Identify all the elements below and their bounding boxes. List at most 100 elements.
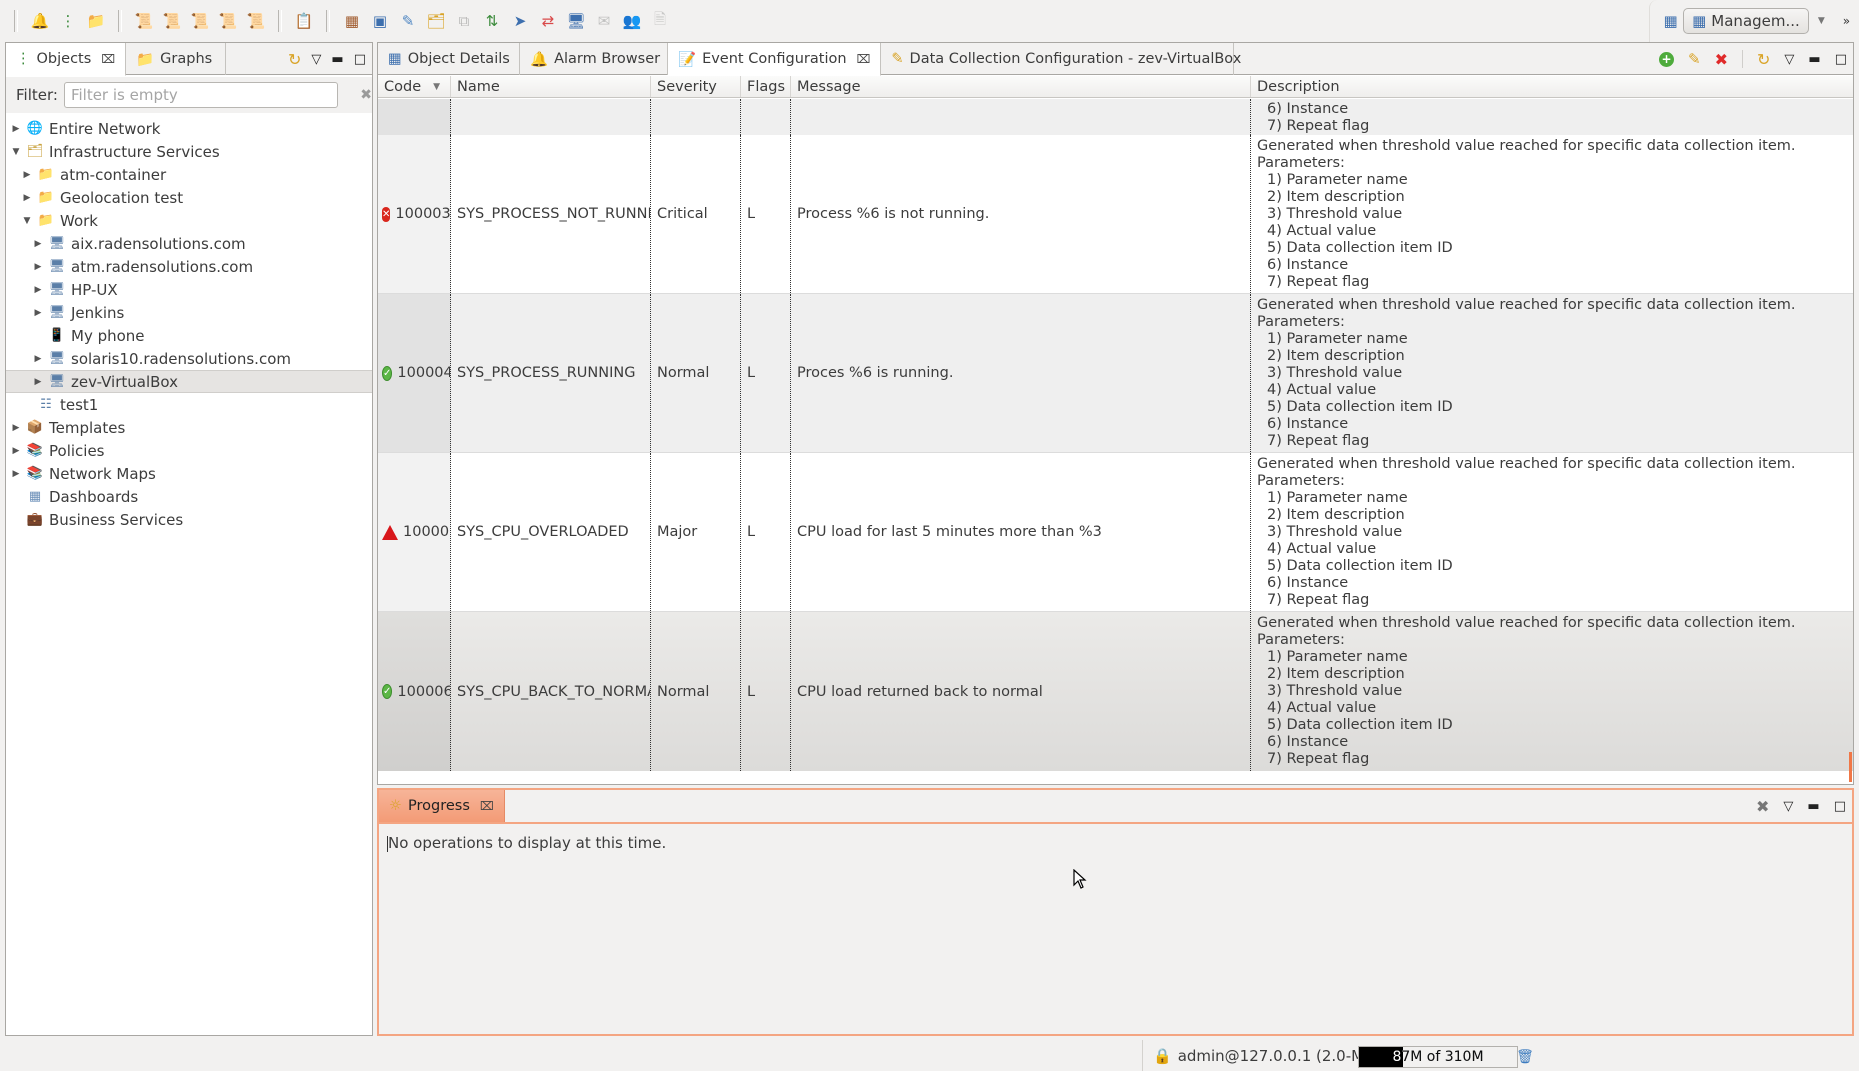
server-config-icon[interactable]: 📋 <box>290 7 318 35</box>
collapsed-triangle-icon[interactable]: ▶ <box>32 239 44 249</box>
garbage-collect-trash-icon[interactable]: 🗑 <box>1514 1046 1536 1068</box>
snmp-trap-warning-icon[interactable]: 📜 <box>214 7 242 35</box>
tree-item[interactable]: ▶ 📁 Geolocation test <box>6 186 372 209</box>
collapsed-triangle-icon[interactable]: ▶ <box>10 423 22 433</box>
close-icon[interactable]: ⌧ <box>857 52 871 66</box>
close-icon[interactable]: ⌧ <box>480 799 494 813</box>
perspective-button-management[interactable]: ▦ Managem... <box>1683 8 1809 34</box>
script-editor-icon[interactable]: ✎ <box>394 7 422 35</box>
tree-item[interactable]: ▶ 🖥 aix.radensolutions.com <box>6 232 372 255</box>
maximize-icon[interactable]: □ <box>1834 799 1846 814</box>
expanded-triangle-icon[interactable]: ▼ <box>10 147 22 157</box>
column-header-description[interactable]: Description <box>1251 76 1853 97</box>
tree-item[interactable]: ▶ 📚 Network Maps <box>6 462 372 485</box>
delete-icon[interactable]: ✖ <box>1715 50 1728 69</box>
user-manager-icon[interactable]: 👥 <box>618 7 646 35</box>
open-perspective-icon[interactable]: ▦ <box>1658 7 1683 35</box>
tab-object-details[interactable]: ▦ Object Details <box>378 43 520 75</box>
table-row-partial[interactable]: 5) Data collection item ID6) Instance7) … <box>378 99 1853 135</box>
tree-item[interactable]: ▶ 🖥 zev-VirtualBox <box>6 370 372 393</box>
tree-item[interactable]: ▶ 📦 Templates <box>6 416 372 439</box>
filter-input[interactable] <box>63 82 339 108</box>
tree-item[interactable]: ▶ 🖥 Jenkins <box>6 301 372 324</box>
column-header-message[interactable]: Message <box>791 76 1251 97</box>
alarm-bell-icon[interactable]: 🔔 <box>26 7 54 35</box>
view-menu-icon[interactable]: ▽ <box>1783 799 1793 814</box>
tree-item[interactable]: ▼ 📁 Work <box>6 209 372 232</box>
tree-item[interactable]: ▶ 📚 Policies <box>6 439 372 462</box>
object-tree-icon[interactable]: ⋮ <box>54 7 82 35</box>
scrollbar-thumb[interactable] <box>1849 752 1852 782</box>
minimize-icon[interactable]: ▬ <box>1807 799 1819 814</box>
edit-icon[interactable]: ✎ <box>1688 50 1701 68</box>
tree-item[interactable]: ▶ 🖥 atm.radensolutions.com <box>6 255 372 278</box>
column-header-flags[interactable]: Flags <box>741 76 791 97</box>
collapsed-triangle-icon[interactable]: ▶ <box>32 377 44 387</box>
more-chevron-icon[interactable]: » <box>1834 7 1859 35</box>
minimize-icon[interactable]: ▬ <box>331 52 343 67</box>
collapsed-triangle-icon[interactable]: ▶ <box>10 446 22 456</box>
table-row[interactable]: ✓ 100006 SYS_CPU_BACK_TO_NORMA Normal L CPU l… <box>378 612 1853 771</box>
collapsed-triangle-icon[interactable]: ▶ <box>32 308 44 318</box>
collapsed-triangle-icon[interactable]: ▶ <box>32 354 44 364</box>
tab-graphs[interactable]: 📁 Graphs <box>126 43 227 75</box>
refresh-icon[interactable]: ↻ <box>1757 50 1770 69</box>
export-import-icon[interactable]: ⇄ <box>534 7 562 35</box>
perspective-dropdown-icon[interactable]: ▼ <box>1809 7 1834 35</box>
table-row[interactable]: ✕ 100003 SYS_PROCESS_NOT_RUNNIN Critical L Pr… <box>378 135 1853 294</box>
graphs-folder-icon[interactable]: 📁 <box>82 7 110 35</box>
clear-filter-icon[interactable]: ✖ <box>360 87 372 103</box>
close-icon[interactable]: ⌧ <box>101 52 115 66</box>
table-row[interactable]: 100005SYS_CPU_OVERLOADEDMajorLCPU load f… <box>378 453 1853 612</box>
collapsed-triangle-icon[interactable]: ▶ <box>10 469 22 479</box>
expanded-triangle-icon[interactable]: ▼ <box>21 216 33 226</box>
view-menu-icon[interactable]: ▽ <box>311 52 321 67</box>
column-header-name[interactable]: Name <box>451 76 651 97</box>
screen-edit-icon[interactable]: 🖥 <box>562 7 590 35</box>
event-config-warning-icon[interactable]: 📜 <box>130 7 158 35</box>
tab-event-configuration[interactable]: 📝 Event Configuration ⌧ <box>668 43 882 76</box>
audit-log-warning-icon[interactable]: 📜 <box>242 7 270 35</box>
tree-item[interactable]: ☷ test1 <box>6 393 372 416</box>
column-header-code[interactable]: Code ▼ <box>378 76 451 97</box>
tree-item[interactable]: ▶ 🖥 HP-UX <box>6 278 372 301</box>
event-edit-icon[interactable]: 📜 <box>158 7 186 35</box>
view-menu-icon[interactable]: ▽ <box>1784 52 1794 67</box>
package-manager-icon[interactable]: 🗂 <box>422 7 450 35</box>
certificates-icon[interactable]: ✉ <box>590 7 618 35</box>
tab-alarm-browser[interactable]: 🔔 Alarm Browser <box>520 43 668 75</box>
maximize-icon[interactable]: □ <box>1835 52 1847 67</box>
collapsed-triangle-icon[interactable]: ▶ <box>32 262 44 272</box>
collapsed-triangle-icon[interactable]: ▶ <box>32 285 44 295</box>
tree-item[interactable]: ▶ 🖥 solaris10.radensolutions.com <box>6 347 372 370</box>
tree-item[interactable]: 📱 My phone <box>6 324 372 347</box>
mapping-tables-icon[interactable]: ⇅ <box>478 7 506 35</box>
minimize-icon[interactable]: ▬ <box>1808 52 1820 67</box>
tree-item[interactable]: ▶ 🌐 Entire Network <box>6 117 372 140</box>
action-manager-icon[interactable]: ➤ <box>506 7 534 35</box>
tree-item[interactable]: ▼ 🗂 Infrastructure Services <box>6 140 372 163</box>
heap-status[interactable]: 87M of 310M <box>1358 1046 1518 1068</box>
tab-progress[interactable]: ☼ Progress ⌧ <box>379 790 505 822</box>
syslog-warning-icon[interactable]: 📜 <box>186 7 214 35</box>
collapsed-triangle-icon[interactable]: ▶ <box>21 170 33 180</box>
object-grid-icon[interactable]: ▦ <box>338 7 366 35</box>
collapsed-triangle-icon[interactable]: ▶ <box>21 193 33 203</box>
blank-page-icon[interactable]: 🗎 <box>646 7 674 35</box>
tree-item[interactable]: 💼 Business Services <box>6 508 372 531</box>
sync-icon[interactable]: ↻ <box>288 50 301 69</box>
remove-all-finished-icon[interactable]: ✖ <box>1756 797 1769 816</box>
add-icon[interactable]: + <box>1659 51 1675 67</box>
tree-item[interactable]: ▶ 📁 atm-container <box>6 163 372 186</box>
cell-name: SYS_CPU_OVERLOADED <box>451 453 651 611</box>
copy-icon[interactable]: ⧉ <box>450 7 478 35</box>
tab-objects[interactable]: ⋮ Objects ⌧ <box>6 43 127 76</box>
column-header-severity[interactable]: Severity <box>651 76 741 97</box>
server-console-icon[interactable]: ▣ <box>366 7 394 35</box>
tab-data-collection-configuration[interactable]: ✎ Data Collection Configuration - zev-Vi… <box>881 43 1241 75</box>
table-row[interactable]: ✓ 100004 SYS_PROCESS_RUNNING Normal L Proces … <box>378 294 1853 453</box>
maximize-icon[interactable]: □ <box>354 52 366 67</box>
tree-item[interactable]: ▦ Dashboards <box>6 485 372 508</box>
vertical-scrollbar[interactable] <box>1846 99 1852 784</box>
collapsed-triangle-icon[interactable]: ▶ <box>10 124 22 134</box>
